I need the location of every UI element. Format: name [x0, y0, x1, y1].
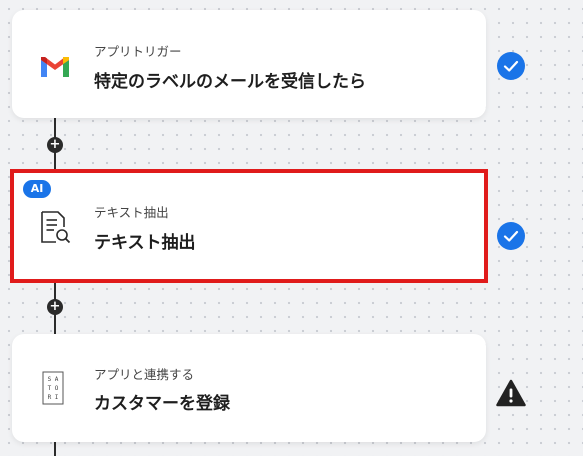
step-subtitle: アプリトリガー: [94, 44, 182, 59]
add-step-button[interactable]: +: [47, 299, 63, 315]
svg-text:R I: R I: [48, 394, 59, 401]
step-title: テキスト抽出: [94, 233, 196, 253]
step-subtitle: アプリと連携する: [94, 367, 195, 382]
gmail-icon: [38, 50, 72, 84]
satori-icon-letters: S A: [48, 376, 59, 383]
document-search-icon: [38, 210, 72, 244]
satori-icon: S A T O R I: [42, 371, 64, 405]
check-circle-icon: [497, 222, 525, 250]
flow-connector: [54, 440, 56, 456]
step-subtitle: テキスト抽出: [94, 205, 169, 220]
svg-text:T O: T O: [48, 385, 59, 392]
flow-step-card-trigger[interactable]: アプリトリガー 特定のラベルのメールを受信したら: [12, 10, 486, 118]
add-step-button[interactable]: +: [47, 137, 63, 153]
flow-step-card-text-extraction[interactable]: AI テキスト抽出 テキスト抽出: [10, 169, 488, 283]
ai-badge: AI: [23, 180, 51, 198]
check-circle-icon: [497, 52, 525, 80]
step-title: 特定のラベルのメールを受信したら: [94, 72, 366, 92]
warning-icon: [496, 379, 526, 407]
step-title: カスタマーを登録: [94, 394, 230, 414]
flow-step-card-register-customer[interactable]: S A T O R I アプリと連携する カスタマーを登録: [12, 334, 486, 442]
